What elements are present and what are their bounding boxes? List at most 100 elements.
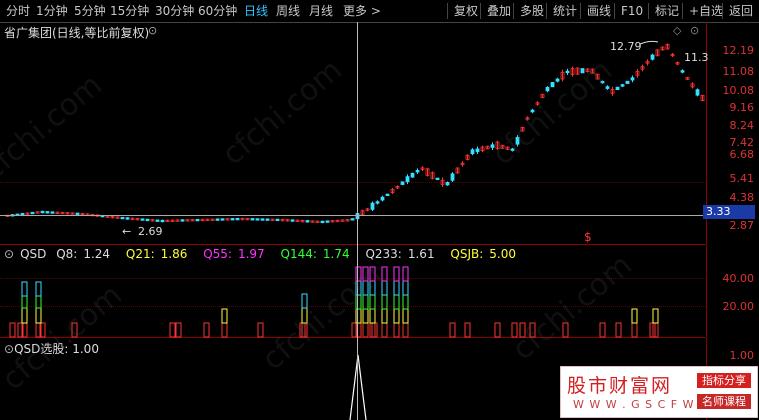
candle-body	[370, 202, 375, 210]
qsd-bar	[21, 295, 28, 309]
candle-body	[620, 84, 625, 87]
qsd-bar	[393, 280, 400, 296]
qsd-bar	[494, 322, 501, 338]
low-price-label: 2.69	[138, 225, 163, 238]
candle-body	[180, 219, 185, 222]
candle-body	[470, 149, 475, 155]
price-tick: 5.41	[729, 172, 755, 185]
candle-body	[550, 82, 555, 88]
logo-tag-courses[interactable]: 名师课程	[697, 394, 751, 409]
candle-body	[215, 218, 220, 221]
qsd-bar	[169, 322, 176, 338]
qsd-bar	[393, 294, 400, 310]
qsd-bar	[402, 322, 409, 338]
candle-body	[680, 70, 685, 73]
qsd-bar	[221, 308, 228, 324]
candle-body	[380, 196, 385, 201]
site-logo[interactable]: 股市财富网 W W W . G S C F W . C O M 指标分享 名师课…	[560, 366, 758, 418]
candle-body	[145, 218, 150, 222]
qsd-bar	[381, 308, 388, 324]
qsd-bar	[9, 322, 16, 338]
qsd-bar	[221, 322, 228, 338]
candle-body	[350, 218, 355, 221]
qsd-bar	[615, 322, 622, 338]
candle-body	[120, 216, 125, 220]
qsd-axis: 40.00 20.00	[706, 245, 759, 337]
price-tick: 4.38	[729, 191, 755, 204]
candle-body	[160, 219, 165, 223]
qsd-bar	[257, 322, 264, 338]
candle-body	[220, 218, 225, 221]
candle-body	[265, 218, 270, 221]
candle-body	[230, 218, 235, 221]
price-tick: 8.24	[729, 119, 755, 132]
candle-body	[320, 220, 325, 224]
candle-body	[305, 220, 310, 223]
qsd-bar	[35, 295, 42, 309]
candle-body	[545, 86, 550, 92]
crosshair-horizontal	[0, 215, 706, 216]
select-tick: 1.00	[729, 349, 755, 362]
qsd-bar	[464, 322, 471, 338]
crosshair-price-tag: 3.33	[703, 205, 755, 219]
candle-body	[375, 201, 380, 204]
candle-body	[30, 211, 35, 215]
candle-body	[50, 211, 55, 214]
candle-body	[385, 193, 390, 196]
qsd-bar	[599, 322, 606, 338]
qsd-tick: 20.00	[722, 300, 755, 313]
logo-tag-indicators[interactable]: 指标分享	[697, 373, 751, 388]
candle-body	[415, 169, 420, 173]
qsd-bar	[652, 308, 659, 324]
candle-body	[445, 182, 450, 186]
candle-body	[260, 218, 265, 221]
candle-body	[140, 218, 145, 221]
qsd-bar	[631, 322, 638, 338]
candle-body	[555, 78, 560, 82]
candle-body	[250, 218, 255, 221]
qsd-bar	[35, 307, 42, 324]
price-tick: 11.08	[722, 65, 755, 78]
candle-body	[475, 148, 480, 153]
candle-body	[410, 172, 415, 178]
high-arrow	[639, 40, 659, 45]
qsd-bar	[631, 308, 638, 324]
candle-body	[450, 173, 455, 181]
candle-body	[625, 80, 630, 84]
candle-body	[40, 210, 45, 214]
qsd-bar	[362, 308, 369, 324]
candle-body	[435, 177, 440, 181]
price-tick: 12.19	[722, 44, 755, 57]
crosshair-vertical	[357, 22, 358, 420]
qsd-bar	[449, 322, 456, 338]
qsd-bar	[381, 322, 388, 338]
candle-body	[290, 219, 295, 222]
price-tick: 10.08	[722, 84, 755, 97]
candle-body	[195, 218, 200, 222]
dollar-marker: $	[584, 230, 592, 244]
qsd-bar	[402, 294, 409, 310]
candle-body	[45, 211, 50, 214]
qsd-bar	[301, 293, 308, 309]
qsd-bar	[362, 322, 369, 338]
qsd-bar	[175, 322, 182, 338]
qsd-bar	[402, 266, 409, 282]
candle-body	[400, 181, 405, 185]
candle-body	[235, 217, 240, 221]
candle-body	[650, 54, 655, 60]
candle-body	[695, 89, 700, 96]
qsd-bar	[203, 322, 210, 338]
qsd-tick: 40.00	[722, 272, 755, 285]
candle-body	[615, 86, 620, 91]
back-button[interactable]: 返回	[722, 3, 753, 19]
qsd-bar	[393, 266, 400, 282]
candle-body	[630, 77, 635, 81]
qsd-bar	[393, 322, 400, 338]
price-tick: 9.16	[729, 101, 755, 114]
qsd-bar	[35, 281, 42, 297]
right-price-label: 11.3	[684, 51, 709, 64]
qsd-bar	[21, 281, 28, 297]
candle-body	[405, 176, 410, 183]
candle-body	[275, 218, 280, 222]
signal-spike	[349, 354, 367, 420]
